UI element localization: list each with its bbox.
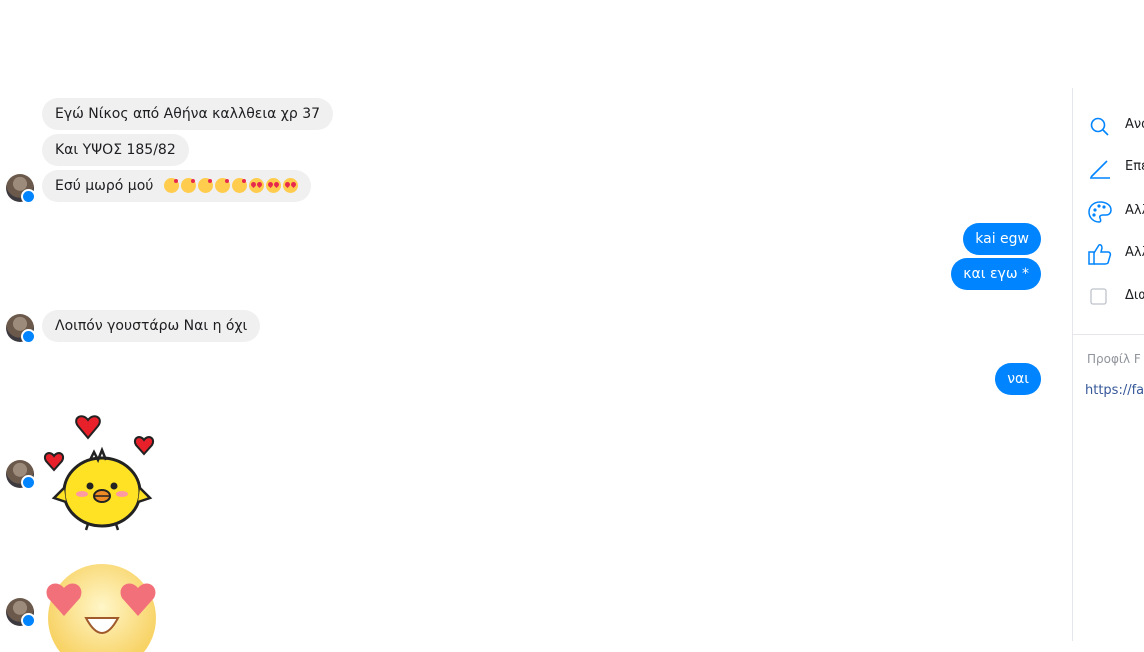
message-text: Και ΥΨΟΣ 185/82 (55, 142, 176, 158)
incoming-message[interactable]: Εσύ μωρό μού (42, 170, 311, 202)
avatar[interactable] (6, 174, 36, 204)
heart-eyes-face-sticker[interactable] (40, 562, 164, 652)
sidebar-item-label: Επε (1125, 159, 1144, 174)
message-text: Λοιπόν γουστάρω Ναι η όχι (55, 318, 248, 334)
kissing-face-icon (180, 177, 196, 193)
message-text: ναι (1007, 371, 1029, 387)
palette-icon (1088, 201, 1112, 223)
message-text: Εσύ μωρό μού (55, 178, 154, 194)
incoming-message[interactable]: Και ΥΨΟΣ 185/82 (42, 134, 189, 166)
conversation-panel: Εγώ Νίκος από Αθήνα καλλθεια χρ 37 Και Υ… (0, 0, 1072, 652)
profile-label: Προφίλ F (1087, 352, 1141, 366)
search-icon (1090, 117, 1109, 136)
sidebar-item-label: Αλλ (1125, 245, 1144, 260)
message-text: kai egw (975, 231, 1029, 247)
heart-eyes-icon (265, 177, 281, 193)
messenger-badge-icon (21, 475, 36, 490)
incoming-message[interactable]: Λοιπόν γουστάρω Ναι η όχι (42, 310, 261, 342)
sidebar-item-label: Ανα (1125, 117, 1144, 132)
checkbox[interactable] (1087, 285, 1113, 309)
avatar[interactable] (6, 460, 36, 490)
messenger-badge-icon (21, 189, 36, 204)
avatar[interactable] (6, 598, 36, 628)
outgoing-message[interactable]: kai egw (963, 223, 1041, 255)
heart-eyes-icon (248, 177, 264, 193)
conversation-info-sidebar: Ανα Επε Αλλ Αλλ Δια Προφίλ F https://f (1073, 88, 1144, 641)
outgoing-message[interactable]: ναι (995, 363, 1041, 395)
avatar[interactable] (6, 314, 36, 344)
messenger-badge-icon (21, 613, 36, 628)
sidebar-item-label: Αλλ (1125, 203, 1144, 218)
pencil-icon (1090, 160, 1110, 179)
thumbs-up-icon (1088, 244, 1112, 265)
kissing-face-icon (231, 177, 247, 193)
chick-with-hearts-sticker[interactable] (40, 410, 164, 534)
kissing-face-icon (163, 177, 179, 193)
profile-link[interactable]: https://fac (1085, 383, 1144, 398)
messenger-badge-icon (21, 329, 36, 344)
sidebar-item-label: Δια (1125, 288, 1144, 303)
sidebar-separator (1073, 334, 1144, 335)
emoji-row (162, 177, 298, 194)
incoming-message[interactable]: Εγώ Νίκος από Αθήνα καλλθεια χρ 37 (42, 98, 334, 130)
kissing-face-icon (214, 177, 230, 193)
outgoing-message[interactable]: και εγω * (951, 258, 1041, 290)
heart-eyes-icon (282, 177, 298, 193)
kissing-face-icon (197, 177, 213, 193)
message-text: και εγω * (963, 266, 1029, 282)
message-text: Εγώ Νίκος από Αθήνα καλλθεια χρ 37 (55, 106, 321, 122)
